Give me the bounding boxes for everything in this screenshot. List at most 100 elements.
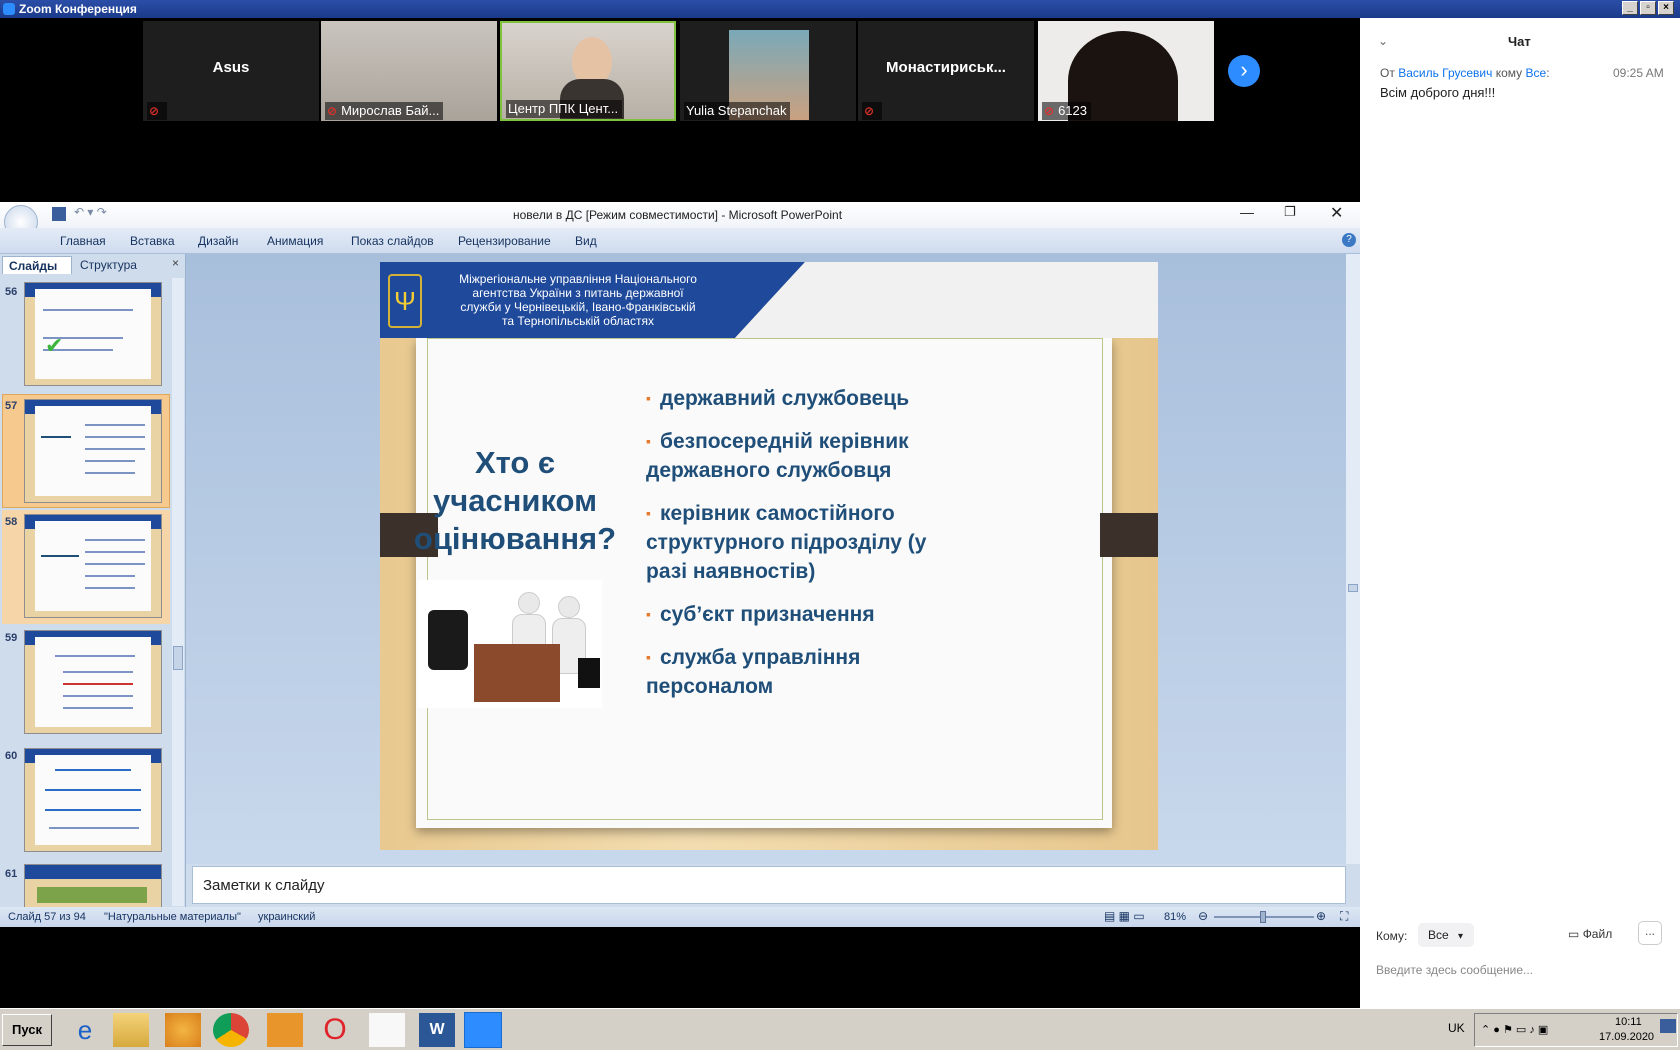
more-options-button[interactable]: ...: [1638, 921, 1662, 945]
view-buttons-icon[interactable]: ▤ ▦ ▭: [1104, 909, 1145, 923]
mic-muted-icon: ⊘: [327, 104, 338, 118]
ie-icon[interactable]: e: [66, 1012, 104, 1048]
file-button[interactable]: ▭ Файл: [1568, 927, 1612, 941]
show-desktop-icon[interactable]: [1660, 1019, 1676, 1033]
participant-tile[interactable]: Монастириськ... ⊘: [858, 21, 1034, 121]
zoom-window-title: Zoom Конференция: [19, 2, 137, 16]
ppt-close-button[interactable]: ✕: [1330, 203, 1343, 223]
save-icon[interactable]: [52, 207, 66, 221]
participant-tile-active[interactable]: Центр ППК Цент...: [500, 21, 676, 121]
maximize-button[interactable]: ▫: [1640, 1, 1656, 15]
chevron-down-icon[interactable]: ⌄: [1378, 34, 1388, 48]
close-panel-icon[interactable]: ×: [172, 256, 179, 270]
help-icon[interactable]: ?: [1342, 233, 1356, 247]
zoom-out-icon[interactable]: ⊖: [1198, 909, 1208, 923]
ppt-minimize-button[interactable]: —: [1240, 204, 1254, 220]
tab-home[interactable]: Главная: [60, 234, 106, 248]
participant-label: ⊘ 6123: [1042, 102, 1091, 120]
tab-view[interactable]: Вид: [575, 234, 597, 248]
notes-field[interactable]: Заметки к слайду: [192, 866, 1346, 904]
slide-scrollbar[interactable]: [1346, 254, 1360, 864]
tab-insert[interactable]: Вставка: [130, 234, 175, 248]
participant-tile[interactable]: Yulia Stepanchak: [680, 21, 856, 121]
document-icon[interactable]: [368, 1012, 406, 1048]
close-button[interactable]: ×: [1658, 1, 1674, 15]
businessmen-illustration: [418, 580, 602, 708]
tray-icons[interactable]: ⌃ ● ⚑ ▭ ♪ ▣: [1481, 1023, 1548, 1036]
tab-design[interactable]: Дизайн: [198, 234, 238, 248]
opera-icon[interactable]: O: [316, 1012, 354, 1048]
slide-thumbnail[interactable]: [24, 630, 162, 734]
zoom-title-bar: Zoom Конференция _ ▫ ×: [0, 0, 1680, 18]
slide-thumbnail[interactable]: ✔: [24, 282, 162, 386]
status-theme: "Натуральные материалы": [104, 911, 241, 923]
zoom-app-icon: [3, 3, 15, 15]
word-icon[interactable]: W: [418, 1012, 456, 1048]
ppt-restore-button[interactable]: ❐: [1284, 204, 1296, 220]
chrome-icon[interactable]: [212, 1012, 250, 1048]
status-slide-number: Слайд 57 из 94: [8, 911, 86, 923]
trident-emblem-icon: Ψ: [388, 274, 422, 328]
tab-outline[interactable]: Структура: [80, 258, 137, 272]
file-icon: ▭: [1568, 927, 1580, 941]
minimize-button[interactable]: _: [1622, 1, 1638, 15]
clock-time: 10:11: [1615, 1016, 1642, 1028]
participant-name: Asus: [212, 59, 250, 76]
ribbon-tabs: Главная Вставка Дизайн Анимация Показ сл…: [0, 228, 1360, 254]
next-page-arrow-icon[interactable]: ›: [1228, 55, 1260, 87]
undo-icon[interactable]: ↶ ▾ ↷: [74, 205, 107, 219]
slide-header-text: Міжрегіональне управління Національного …: [459, 272, 697, 328]
chat-message-header: От Василь Грусевич кому Все:: [1380, 66, 1550, 80]
bullet-item: ▪ суб’єкт призначення: [646, 603, 875, 626]
app-icon[interactable]: [266, 1012, 304, 1048]
current-slide[interactable]: Ψ Міжрегіональне управління Національног…: [380, 262, 1158, 850]
participant-label: ⊘: [862, 102, 883, 120]
tab-slideshow[interactable]: Показ слайдов: [351, 234, 434, 248]
slide-question: Хто є учасником оцінювання?: [413, 445, 617, 556]
language-indicator[interactable]: UK: [1448, 1021, 1465, 1035]
ppt-title-bar: ↶ ▾ ↷ новели в ДС [Режим совместимости] …: [0, 202, 1360, 239]
chat-panel: ⌄ Чат От Василь Грусевич кому Все: 09:25…: [1360, 18, 1680, 1008]
tab-animation[interactable]: Анимация: [267, 234, 323, 248]
participant-label: ⊘ Мирослав Бай...: [325, 102, 444, 120]
bullet-item: ▪ керівник самостійного структурного підро…: [646, 502, 927, 583]
slide-thumbnail[interactable]: [24, 864, 162, 908]
status-bar: Слайд 57 из 94 "Натуральные материалы" у…: [0, 907, 1360, 927]
participant-tile[interactable]: ⊘ 6123: [1038, 21, 1214, 121]
powerpoint-window: ↶ ▾ ↷ новели в ДС [Режим совместимости] …: [0, 202, 1360, 927]
bullet-item: ▪ державний службовець: [646, 387, 910, 410]
fit-slide-icon[interactable]: ⛶: [1340, 909, 1348, 924]
chevron-down-icon: ▾: [1458, 931, 1464, 942]
zoom-level[interactable]: 81%: [1164, 911, 1186, 923]
slide-thumbnail[interactable]: [24, 748, 162, 852]
chat-recipient[interactable]: Все: [1526, 66, 1547, 80]
media-player-icon[interactable]: [164, 1012, 202, 1048]
participant-tile[interactable]: ⊘ Мирослав Бай...: [321, 21, 497, 121]
zoom-in-icon[interactable]: ⊕: [1316, 909, 1326, 923]
status-language[interactable]: украинский: [258, 911, 315, 923]
panel-scrollbar[interactable]: [172, 278, 184, 906]
zoom-taskbar-icon[interactable]: [464, 1012, 502, 1048]
slide-thumbnail-selected[interactable]: [24, 399, 162, 503]
participant-label: Yulia Stepanchak: [684, 102, 791, 120]
chat-message-text: Всім доброго дня!!!: [1380, 85, 1496, 100]
bullet-item: ▪ безпосередній керівник державного службо…: [646, 430, 909, 482]
chat-input[interactable]: Введите здесь сообщение...: [1376, 963, 1533, 977]
ppt-window-title: новели в ДС [Режим совместимости] - Micr…: [513, 208, 843, 222]
participant-tile[interactable]: Asus ⊘: [143, 21, 319, 121]
mic-muted-icon: ⊘: [1044, 104, 1055, 118]
folder-icon[interactable]: [112, 1012, 150, 1048]
start-button[interactable]: Пуск: [2, 1014, 52, 1046]
chat-recipient-dropdown[interactable]: Все ▾: [1418, 923, 1474, 947]
clock-date: 17.09.2020: [1599, 1031, 1655, 1043]
zoom-slider[interactable]: [1214, 911, 1314, 923]
bullet-list: ▪ державний службовець ▪ безпосередній кер…: [646, 384, 1116, 701]
bullet-item: ▪ служба управління персоналом: [646, 646, 861, 698]
mic-muted-icon: ⊘: [149, 104, 160, 118]
chat-time: 09:25 AM: [1613, 66, 1664, 80]
tab-slides[interactable]: Слайды: [2, 256, 72, 274]
taskbar: Пуск e O W UK ⌃ ● ⚑ ▭ ♪ ▣ 10:11 17.09.20…: [0, 1008, 1680, 1050]
tab-review[interactable]: Рецензирование: [458, 234, 551, 248]
slide-thumbnail[interactable]: [24, 514, 162, 618]
chat-sender[interactable]: Василь Грусевич: [1398, 66, 1492, 80]
